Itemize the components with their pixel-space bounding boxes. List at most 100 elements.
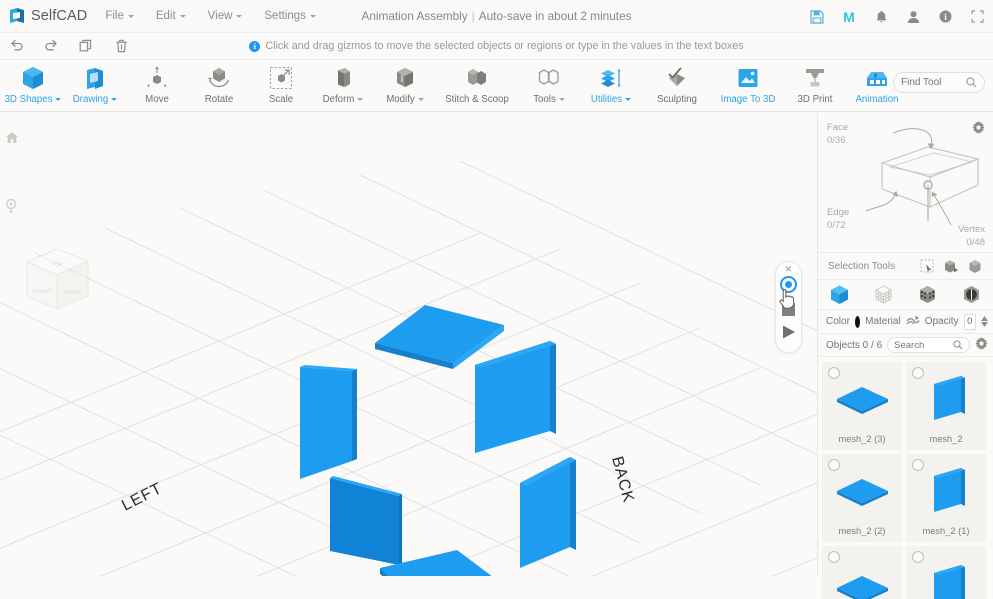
record-keyframe-button[interactable] (780, 276, 797, 293)
face-count-value: 0/36 (827, 135, 846, 146)
find-tool-search[interactable] (893, 72, 985, 93)
menu-edit[interactable]: Edit (156, 10, 186, 22)
menu-view[interactable]: View (208, 10, 243, 22)
object-select-checkbox[interactable] (912, 367, 924, 379)
object-card[interactable]: mesh_2 (1) (906, 454, 986, 542)
face-label-text: Face (827, 122, 849, 133)
objects-header-row: Objects 0 / 6 (818, 334, 993, 357)
tool-3d-print[interactable]: 3D Print (784, 60, 846, 112)
tool-sculpting[interactable]: Sculpting (642, 60, 712, 112)
selection-tools-row: Selection Tools (818, 253, 993, 280)
tool-modify[interactable]: Modify (374, 60, 436, 112)
grid-label-left: LEFT (119, 480, 165, 515)
chevron-down-icon (179, 14, 186, 18)
tool-scale[interactable]: Scale (250, 60, 312, 112)
wireframe-mode-icon[interactable] (869, 282, 899, 308)
object-card[interactable]: mesh_2 (2) (822, 454, 902, 542)
edge-count-label: Edge 0/72 (827, 206, 849, 232)
display-mode-row (818, 280, 993, 310)
tool-3d-shapes-label-wrap: 3D Shapes (5, 94, 62, 105)
play-animation-button[interactable] (781, 324, 796, 345)
chevron-down-icon (127, 14, 134, 18)
animation-control-panel[interactable]: ✕ (775, 261, 802, 353)
3d-print-icon (802, 64, 828, 92)
tool-move-label: Move (145, 94, 169, 105)
object-select-checkbox[interactable] (912, 459, 924, 471)
mesh-plane-left-upper (300, 365, 357, 479)
save-icon[interactable] (809, 9, 825, 25)
tool-tools[interactable]: Tools (518, 60, 580, 112)
panel-settings-gear-icon[interactable] (972, 121, 985, 139)
viewport-settings-icon[interactable] (4, 198, 18, 219)
tool-drawing-label: Drawing (72, 94, 109, 105)
tool-move[interactable]: Move (126, 60, 188, 112)
move-arrows-icon (144, 64, 170, 92)
chevron-down-icon (981, 322, 988, 327)
tool-rotate[interactable]: Rotate (188, 60, 250, 112)
tool-rotate-label: Rotate (204, 94, 234, 105)
search-icon (966, 77, 977, 88)
chevron-down-icon (111, 98, 118, 101)
box-select-icon[interactable] (939, 255, 963, 277)
objects-search[interactable] (887, 337, 970, 353)
tool-stitch-scoop-label: Stitch & Scoop (445, 94, 509, 105)
info-help-icon[interactable]: i (937, 9, 953, 25)
tool-3d-shapes[interactable]: 3D Shapes (2, 60, 64, 112)
object-select-checkbox[interactable] (912, 551, 924, 563)
top-menu-bar: SelfCAD File Edit View Settings Animatio… (0, 0, 993, 33)
view-cube: TOP FRONT RIGHT (25, 248, 90, 310)
object-select-checkbox[interactable] (828, 459, 840, 471)
image-to-3d-icon (735, 64, 761, 92)
object-mode-icon[interactable] (825, 282, 855, 308)
mesh-plane-left-lower (330, 476, 402, 565)
fullscreen-icon[interactable] (969, 9, 985, 25)
solid-select-icon[interactable] (963, 255, 987, 277)
tool-deform[interactable]: Deform (312, 60, 374, 112)
color-swatch[interactable] (854, 315, 861, 328)
menu-file[interactable]: File (105, 10, 134, 22)
object-select-checkbox[interactable] (828, 367, 840, 379)
notifications-bell-icon[interactable] (873, 9, 889, 25)
tool-deform-label: Deform (322, 94, 355, 105)
object-card[interactable]: mesh_2 (3) (822, 362, 902, 450)
top-right-icons: M i (809, 0, 985, 33)
face-mode-icon[interactable] (956, 282, 986, 308)
close-icon[interactable]: ✕ (785, 265, 793, 274)
brand-logo[interactable]: SelfCAD (0, 7, 87, 25)
mesh-plane-right-lower (520, 457, 576, 568)
vertex-mode-icon[interactable] (912, 282, 942, 308)
opacity-stepper[interactable] (981, 316, 988, 327)
selfcad-application: SelfCAD File Edit View Settings Animatio… (0, 0, 993, 599)
tool-image-to-3d[interactable]: Image To 3D (712, 60, 784, 112)
object-card[interactable]: mesh_2 (906, 362, 986, 450)
material-icon[interactable] (906, 314, 920, 329)
tool-drawing[interactable]: Drawing (64, 60, 126, 112)
rectangle-select-icon[interactable] (915, 255, 939, 277)
search-icon (953, 340, 963, 350)
utilities-layers-icon (598, 64, 624, 92)
home-view-icon[interactable] (5, 131, 19, 149)
sculpting-icon (664, 64, 690, 92)
tool-image-to-3d-label: Image To 3D (720, 94, 776, 105)
tool-stitch-scoop[interactable]: Stitch & Scoop (436, 60, 518, 112)
tool-utilities[interactable]: Utilities (580, 60, 642, 112)
tool-utilities-label: Utilities (590, 94, 623, 105)
tool-tools-label: Tools (533, 94, 556, 105)
3d-viewport[interactable]: LEFT BACK TOP FRONT RIGHT ✕ (0, 113, 817, 576)
objects-settings-gear-icon[interactable] (975, 337, 988, 353)
find-tool-input[interactable] (901, 77, 965, 88)
material-label: Material (865, 316, 901, 327)
stop-animation-button[interactable] (782, 303, 795, 316)
opacity-input[interactable]: 0 (963, 313, 976, 330)
mode-m-icon[interactable]: M (841, 9, 857, 25)
chevron-down-icon (309, 14, 316, 18)
object-select-checkbox[interactable] (828, 551, 840, 563)
tool-sculpting-label: Sculpting (657, 94, 697, 105)
user-account-icon[interactable] (905, 9, 921, 25)
chevron-down-icon (236, 14, 243, 18)
objects-search-input[interactable] (894, 339, 953, 351)
object-card[interactable] (906, 546, 986, 599)
object-card[interactable] (822, 546, 902, 599)
record-dot-icon (785, 281, 792, 288)
menu-settings[interactable]: Settings (264, 10, 316, 22)
